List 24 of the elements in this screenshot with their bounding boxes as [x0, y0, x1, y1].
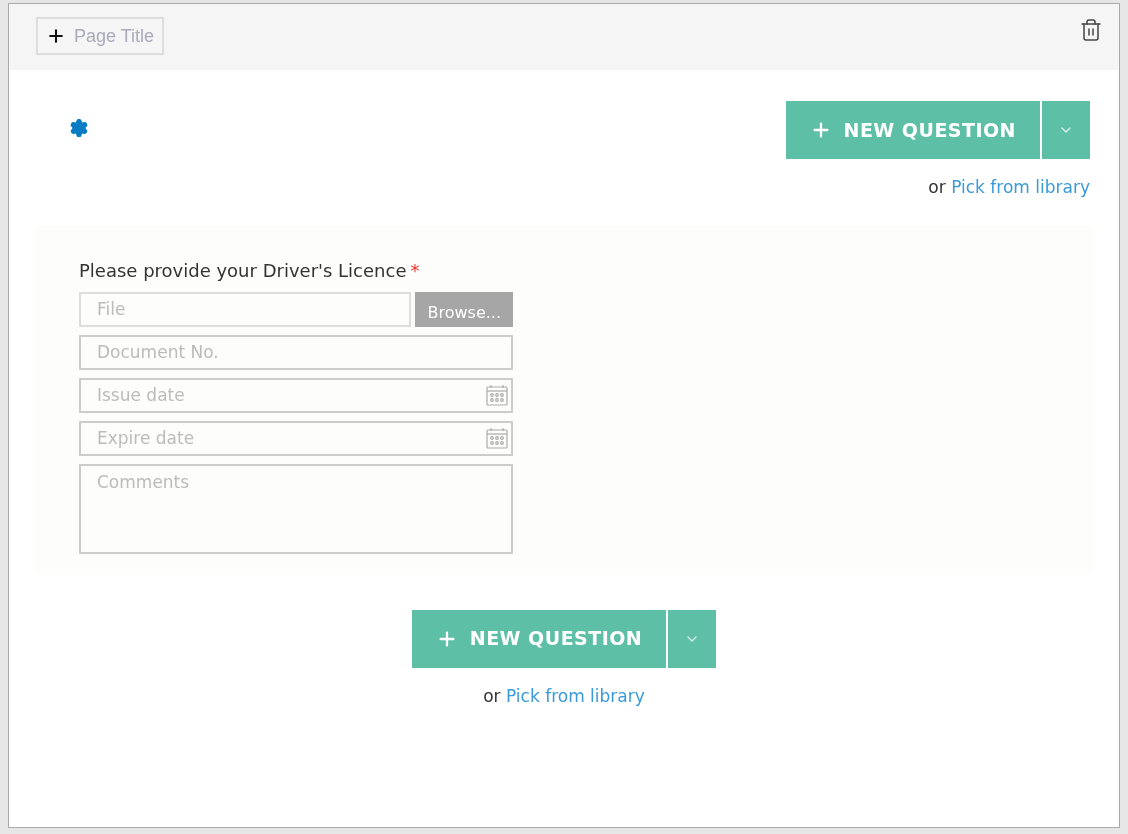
- dropdown-button[interactable]: [666, 609, 717, 668]
- plus-icon: [46, 26, 66, 46]
- page-title-button[interactable]: Page Title: [36, 17, 165, 55]
- calendar-icon[interactable]: [485, 426, 509, 450]
- pick-from-library-link[interactable]: Pick from library: [951, 177, 1090, 197]
- new-question-button[interactable]: NEW QUESTION: [411, 609, 667, 668]
- or-text: or: [928, 177, 946, 197]
- file-field[interactable]: File: [79, 291, 412, 327]
- date-field[interactable]: Expire date: [79, 420, 513, 456]
- new-question-button[interactable]: NEW QUESTION: [785, 101, 1040, 159]
- required-asterisk: *: [410, 259, 420, 281]
- question-label: Please provide your Driver's Licence: [79, 259, 407, 281]
- document-number-field[interactable]: Document No.: [79, 334, 513, 370]
- or-text: or: [483, 685, 501, 706]
- button-label: NEW QUESTION: [469, 626, 643, 652]
- dropdown-button[interactable]: [1040, 101, 1090, 159]
- calendar-icon[interactable]: [485, 383, 509, 407]
- comments-field[interactable]: Comments: [79, 463, 513, 554]
- trash-icon[interactable]: [1079, 18, 1103, 42]
- date-field[interactable]: Issue date: [79, 377, 513, 413]
- pick-from-library-link[interactable]: Pick from library: [505, 685, 645, 706]
- browse-button[interactable]: Browse...: [415, 291, 513, 327]
- settings-icon[interactable]: [69, 118, 89, 138]
- button-label: NEW QUESTION: [843, 117, 1016, 143]
